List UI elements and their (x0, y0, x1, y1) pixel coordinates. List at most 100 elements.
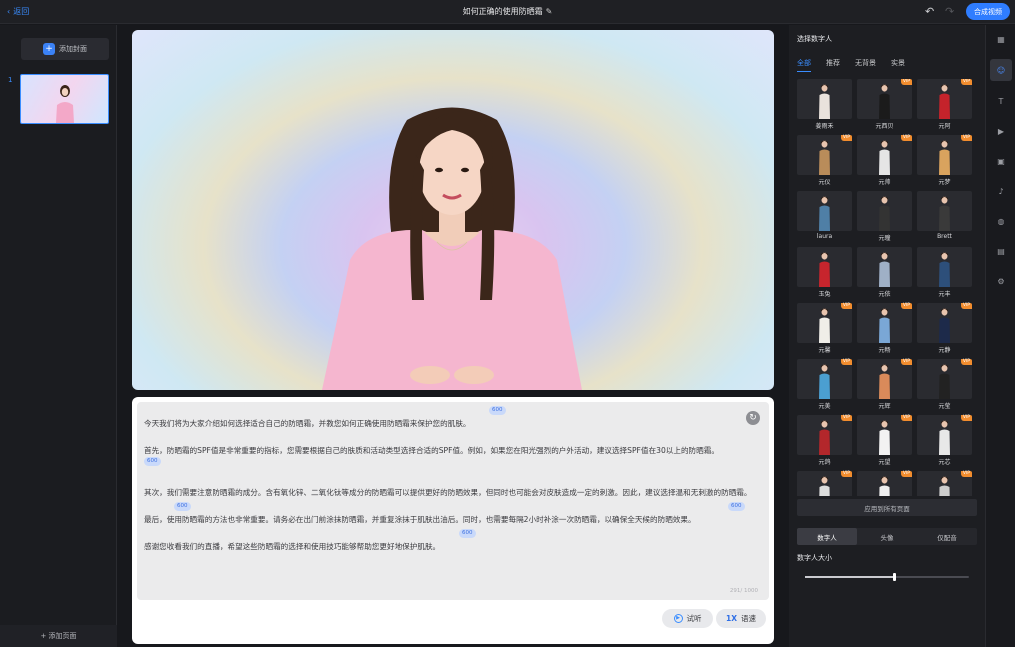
avatar-name: 元阿 (938, 123, 951, 130)
vip-badge: VIP (900, 359, 912, 365)
avatar-card[interactable]: VIP 元馨 (797, 303, 852, 354)
script-textarea[interactable]: 今天我们将为大家介绍如何选择适合自己的防晒霜，并教您如何正确使用防晒霜来保护您的… (137, 402, 769, 600)
pause-badge[interactable]: 600 (144, 457, 161, 466)
avatar-card[interactable]: Brett (917, 191, 972, 240)
avatar-figure (879, 476, 890, 496)
speed-label: 语速 (741, 614, 756, 623)
avatar-figure (879, 140, 890, 175)
vip-badge: VIP (840, 415, 852, 421)
avatar-card[interactable]: VIP (857, 471, 912, 496)
tab-all[interactable]: 全部 (797, 58, 811, 72)
vip-badge: VIP (840, 135, 852, 141)
avatar-name: 元静 (938, 347, 951, 354)
avatar-card[interactable]: laura (797, 191, 852, 240)
apply-all-pages-button[interactable]: 应用到所有页面 (797, 499, 977, 516)
segment-digital-human[interactable]: 数字人 (797, 528, 857, 545)
size-label: 数字人大小 (797, 554, 832, 562)
tab-real-scene[interactable]: 实景 (891, 58, 905, 72)
avatar-figure (819, 420, 830, 455)
avatar-card[interactable]: 玉兔 (797, 247, 852, 298)
text-icon[interactable]: T (995, 95, 1007, 107)
avatar-panel: 选择数字人 全部 推荐 无背景 实景 姜雨禾 VIP 元西贝 VIP 元阿 VIP 元仪 VI… (789, 25, 985, 647)
page-thumbnail[interactable] (20, 74, 109, 124)
vip-badge: VIP (960, 79, 972, 85)
tab-no-background[interactable]: 无背景 (855, 58, 876, 72)
segment-avatar-head[interactable]: 头像 (857, 528, 917, 545)
avatar-card[interactable]: VIP (917, 471, 972, 496)
sticker-icon[interactable]: ◍ (995, 215, 1007, 227)
avatar-card[interactable]: VIP 元莹 (917, 359, 972, 410)
music-icon[interactable]: ♪ (995, 185, 1007, 197)
avatar-figure (879, 308, 890, 343)
avatar-card[interactable]: VIP 元西贝 (857, 79, 912, 130)
vip-badge: VIP (960, 135, 972, 141)
slider-fill (805, 576, 894, 578)
avatar-card[interactable]: VIP 元鸽 (797, 415, 852, 466)
script-paragraph: 最后，使用防晒霜的方法也非常重要。请务必在出门前涂抹防晒霜，并重复涂抹于肌肤出油… (144, 502, 761, 526)
avatar-name: 元望 (878, 459, 891, 466)
avatar-card[interactable]: VIP 元畅 (857, 303, 912, 354)
pause-badge[interactable]: 600 (459, 529, 476, 538)
video-canvas[interactable] (132, 30, 774, 390)
segment-voice-only[interactable]: 仅配音 (917, 528, 977, 545)
size-slider[interactable] (805, 573, 969, 581)
avatar-name: 元瞳 (878, 235, 891, 242)
speech-speed-button[interactable]: 1X 语速 (716, 609, 766, 628)
video-icon[interactable]: ▶ (995, 125, 1007, 137)
avatar-filter-tabs: 全部 推荐 无背景 实景 (797, 58, 905, 72)
avatar-card[interactable]: VIP 元静 (917, 303, 972, 354)
avatar-card[interactable]: 元依 (857, 247, 912, 298)
pause-badge[interactable]: 600 (174, 502, 191, 511)
avatar-card[interactable]: VIP 元阿 (917, 79, 972, 130)
avatar-card[interactable]: 元丰 (917, 247, 972, 298)
script-paragraph: 感谢您收看我们的直播，希望这些防晒霜的选择和使用技巧能够帮助您更好地保护肌肤。 6… (144, 529, 761, 553)
title-text: 如何正确的使用防晒霜 (462, 7, 543, 16)
pages-panel: + 添加封面 1 + 添加页面 (0, 25, 117, 647)
avatar-figure (939, 252, 950, 287)
avatar-name: Brett (937, 233, 952, 240)
pause-badge[interactable]: 600 (728, 502, 745, 511)
avatar-icon[interactable]: ☺ (990, 59, 1012, 81)
avatar-card[interactable]: VIP 元帅 (857, 135, 912, 186)
avatar-card[interactable]: VIP 元望 (857, 415, 912, 466)
avatar-figure (879, 252, 890, 287)
layout-icon[interactable]: ▦ (995, 33, 1007, 45)
avatar-figure (819, 364, 830, 399)
avatar-name: 元芯 (938, 459, 951, 466)
vip-badge: VIP (840, 359, 852, 365)
avatar-card[interactable]: 姜雨禾 (797, 79, 852, 130)
edit-pencil-icon[interactable]: ✎ (546, 7, 553, 16)
redo-icon[interactable]: ↷ (945, 5, 954, 18)
avatar-card[interactable]: VIP 元美 (797, 359, 852, 410)
avatar-grid: 姜雨禾 VIP 元西贝 VIP 元阿 VIP 元仪 VIP 元帅 VIP 元梦 laura 元瞳 Bret… (797, 79, 973, 496)
vip-badge: VIP (900, 303, 912, 309)
avatar-name: 元梦 (938, 179, 951, 186)
refresh-icon[interactable]: ↻ (746, 411, 760, 425)
undo-icon[interactable]: ↶ (925, 5, 934, 18)
gear-icon[interactable]: ⚙ (995, 275, 1007, 287)
avatar-card[interactable]: VIP 元辉 (857, 359, 912, 410)
avatar-card[interactable]: VIP 元梦 (917, 135, 972, 186)
digital-human-preview[interactable] (312, 100, 592, 390)
vip-badge: VIP (840, 303, 852, 309)
project-title[interactable]: 如何正确的使用防晒霜 ✎ (0, 6, 1015, 17)
avatar-card[interactable]: VIP 元仪 (797, 135, 852, 186)
script-paragraph: 其次，我们需要注意防晒霜的成分。含有氧化锌、二氧化钛等成分的防晒霜可以提供更好的… (144, 488, 752, 511)
pause-badge[interactable]: 600 (489, 406, 506, 415)
avatar-card[interactable]: VIP 元芯 (917, 415, 972, 466)
avatar-name: laura (816, 233, 833, 240)
avatar-name: 元畅 (878, 347, 891, 354)
avatar-card[interactable]: VIP (797, 471, 852, 496)
avatar-figure (879, 364, 890, 399)
add-page-button[interactable]: + 添加页面 (0, 625, 117, 647)
slider-handle[interactable] (892, 573, 896, 581)
tab-recommended[interactable]: 推荐 (826, 58, 840, 72)
preview-listen-button[interactable]: ▶ 试听 (662, 609, 713, 628)
add-cover-button[interactable]: + 添加封面 (21, 38, 109, 60)
vip-badge: VIP (960, 415, 972, 421)
avatar-name: 姜雨禾 (815, 123, 834, 130)
avatar-card[interactable]: 元瞳 (857, 191, 912, 242)
compose-video-button[interactable]: 合成视频 (966, 3, 1010, 20)
background-icon[interactable]: ▣ (995, 155, 1007, 167)
subtitle-icon[interactable]: ▤ (995, 245, 1007, 257)
